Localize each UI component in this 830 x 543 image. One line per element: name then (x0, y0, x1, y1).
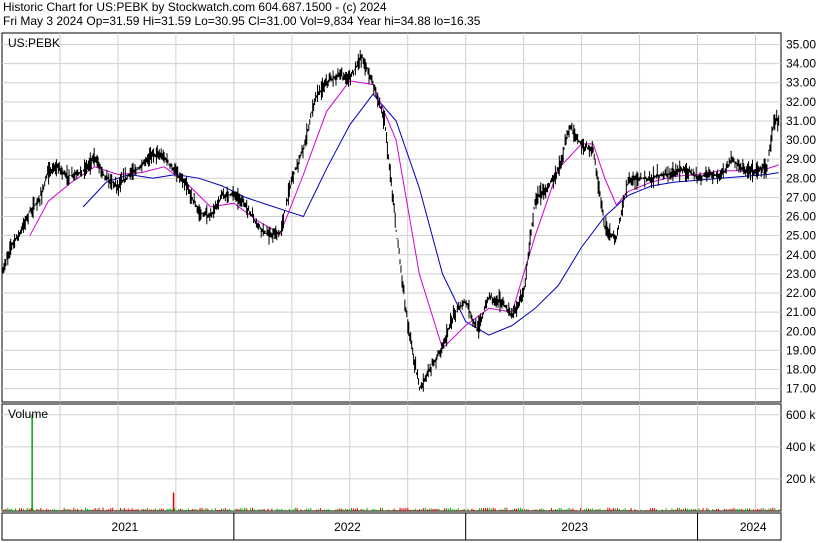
price-tick-label: 17.00 (786, 382, 816, 396)
price-tick-label: 21.00 (786, 305, 816, 319)
price-tick-label: 31.00 (786, 114, 816, 128)
date-tick-label: 2021 (112, 520, 139, 534)
volume-panel-frame (1, 403, 782, 512)
price-tick-label: 28.00 (786, 171, 816, 185)
price-tick-label: 27.00 (786, 190, 816, 204)
date-tick-label: 2024 (740, 520, 767, 534)
price-panel-frame (1, 32, 782, 403)
price-tick-label: 25.00 (786, 229, 816, 243)
volume-panel-title: Volume (8, 407, 48, 421)
price-tick-label: 22.00 (786, 286, 816, 300)
stock-chart: 35.00 34.00 33.00 32.00 31.00 30.00 29.00 28.00… (1, 32, 816, 541)
price-tick-label: 35.00 (786, 37, 816, 51)
price-tick-label: 30.00 (786, 133, 816, 147)
price-tick-label: 32.00 (786, 95, 816, 109)
volume-tick-label: 200 k (786, 472, 816, 486)
price-tick-label: 34.00 (786, 57, 816, 71)
price-tick-label: 20.00 (786, 324, 816, 338)
price-tick-label: 26.00 (786, 210, 816, 224)
date-tick-label: 2023 (561, 520, 588, 534)
price-tick-label: 33.00 (786, 76, 816, 90)
price-tick-label: 29.00 (786, 152, 816, 166)
price-tick-label: 24.00 (786, 248, 816, 262)
price-tick-label: 18.00 (786, 362, 816, 376)
price-tick-label: 23.00 (786, 267, 816, 281)
volume-tick-label: 600 k (786, 408, 816, 422)
price-tick-label: 19.00 (786, 343, 816, 357)
volume-tick-label: 400 k (786, 440, 816, 454)
date-tick-label: 2022 (334, 520, 361, 534)
symbol-label: US:PEBK (8, 36, 60, 50)
